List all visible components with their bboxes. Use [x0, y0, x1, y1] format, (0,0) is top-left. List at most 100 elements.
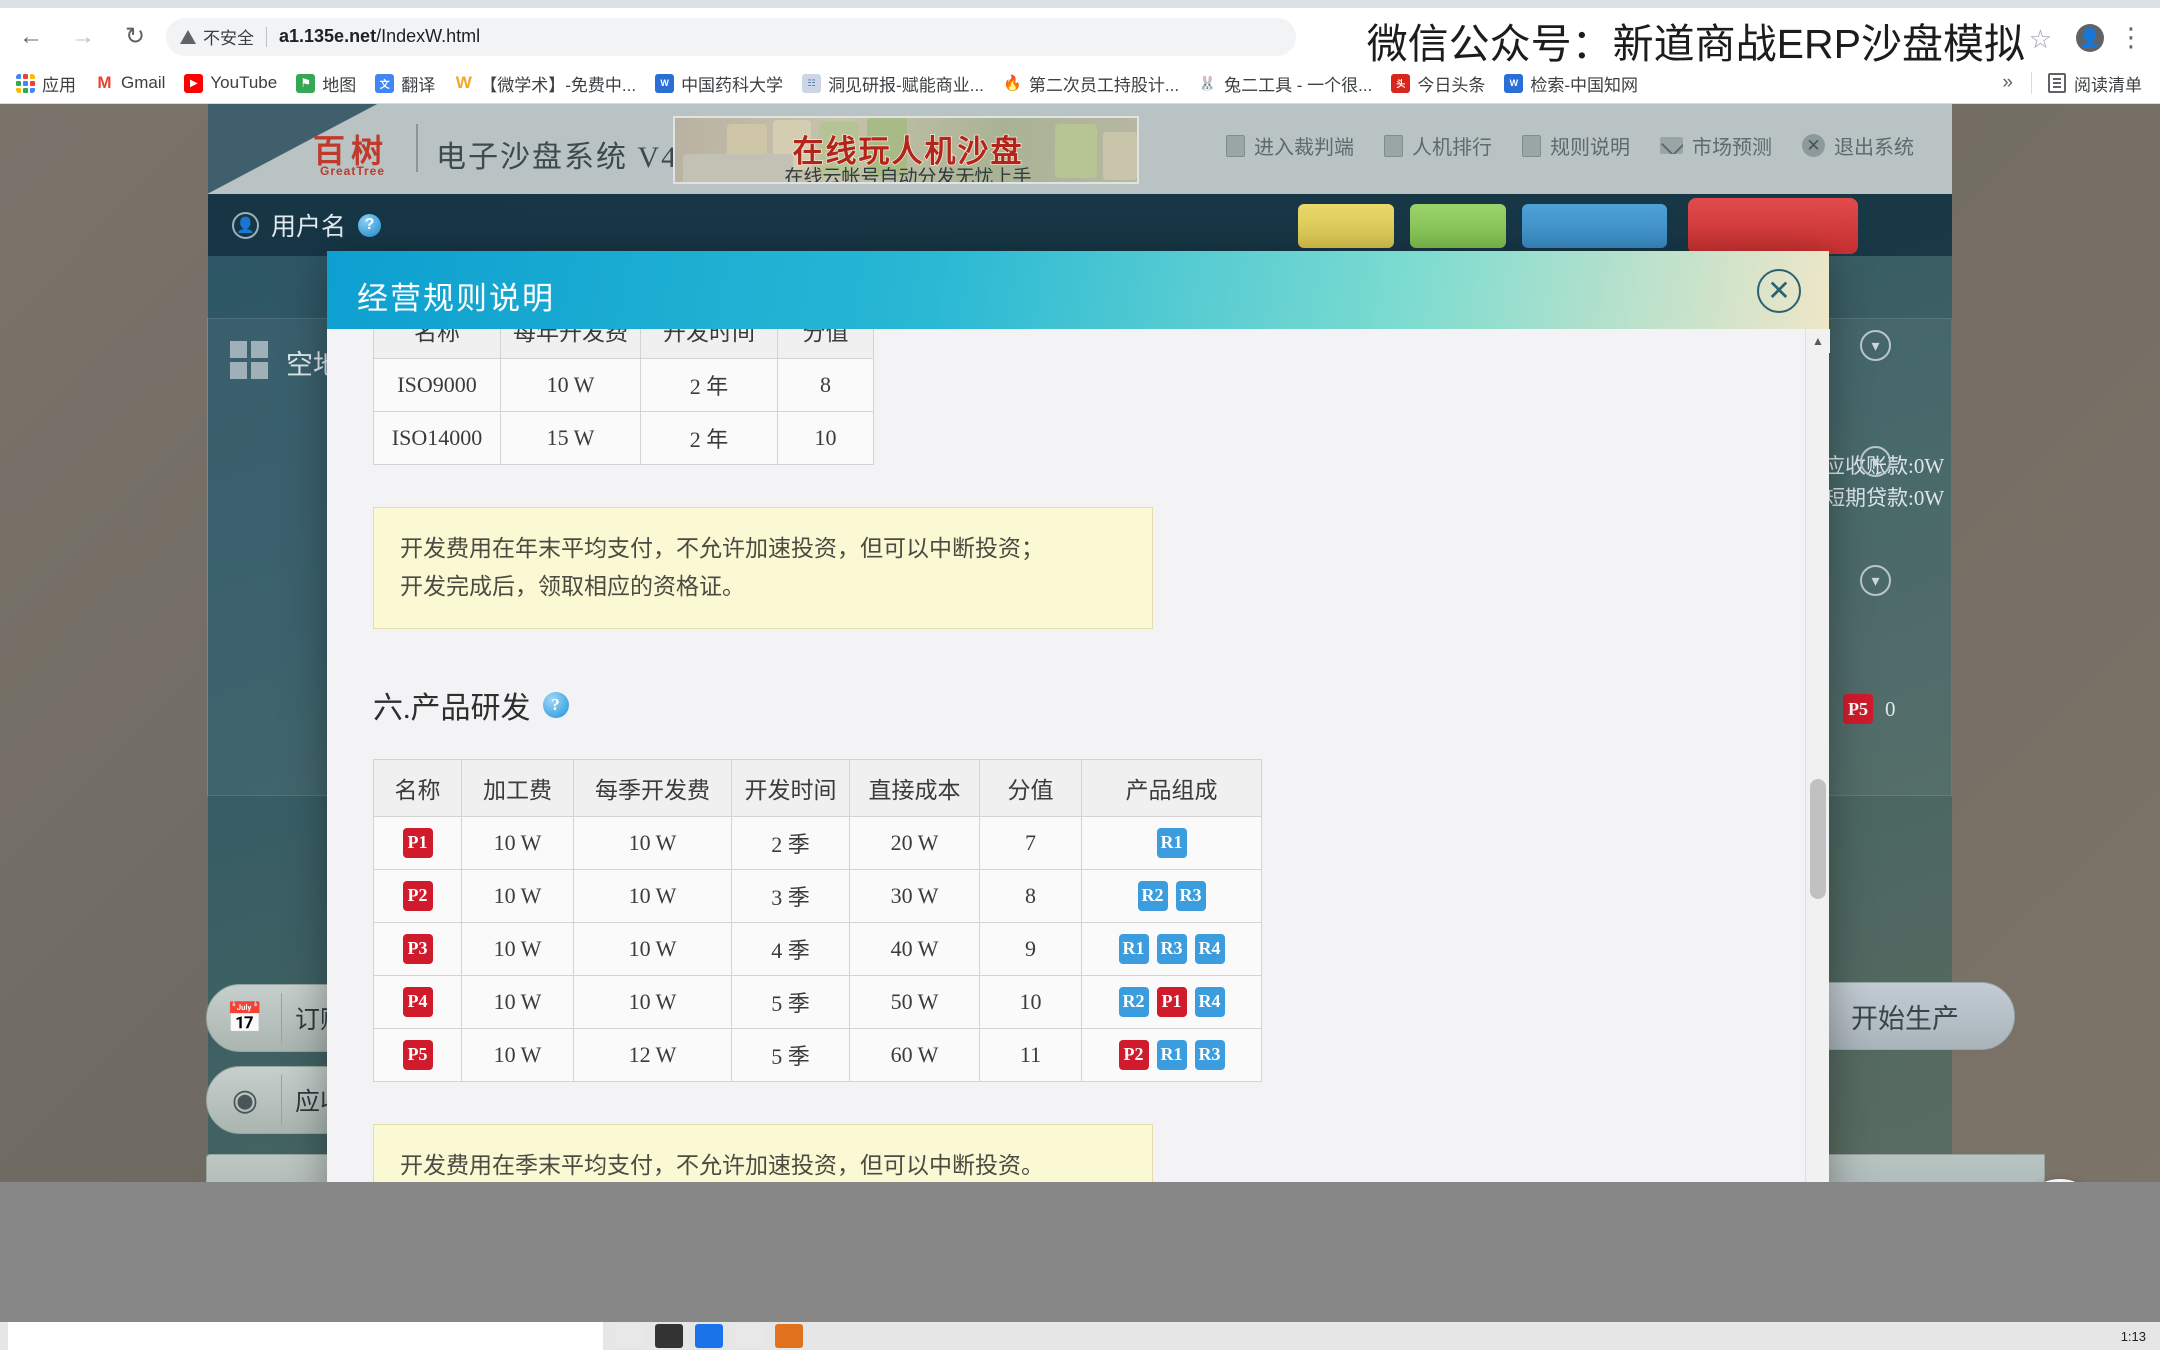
bookmarks-divider: [2031, 72, 2032, 94]
topnav-item-rules[interactable]: 规则说明: [1522, 131, 1630, 160]
toolbar-button-green[interactable]: [1410, 204, 1506, 248]
modal-scrollbar[interactable]: ▲ ▼: [1805, 329, 1829, 1266]
iso-col-annual-fee: 每年开发费: [501, 329, 641, 359]
button-divider: [281, 993, 282, 1043]
product-dev-fee: 10 W: [574, 816, 732, 869]
section-6-title: 六.产品研发: [373, 683, 531, 727]
bookmark-dongjian[interactable]: ☷ 洞见研报-赋能商业...: [802, 71, 984, 96]
collapse-chevron-icon-1[interactable]: ▾: [1860, 330, 1891, 361]
prod-col-process-fee: 加工费: [462, 759, 574, 816]
prod-col-name: 名称: [374, 759, 462, 816]
scrollbar-thumb[interactable]: [1810, 779, 1826, 899]
toolbar-button-red[interactable]: [1688, 198, 1858, 254]
component-list: R2P1R4: [1092, 987, 1251, 1017]
bookmark-label: 地图: [322, 71, 356, 96]
iso-score: 10: [778, 412, 874, 465]
taskbar-icon-3[interactable]: [695, 1324, 723, 1348]
iso-annual-fee: 10 W: [501, 359, 641, 412]
bookmark-cnki[interactable]: W 检索-中国知网: [1504, 71, 1638, 96]
collapse-chevron-icon-3[interactable]: ▾: [1860, 565, 1891, 596]
taskbar-icon-2[interactable]: [655, 1324, 683, 1348]
toolbar-button-blue[interactable]: [1522, 204, 1667, 248]
forward-arrow-icon[interactable]: →: [62, 16, 104, 58]
close-circle-icon: ✕: [1802, 134, 1825, 157]
profile-avatar-icon[interactable]: 👤: [2076, 24, 2104, 52]
taskbar-icon-5[interactable]: [775, 1324, 803, 1348]
toolbar-button-yellow[interactable]: [1298, 204, 1394, 248]
iso-note-line-1: 开发费用在年末平均支付，不允许加速投资，但可以中断投资；: [400, 530, 1126, 568]
bookmarks-overflow-icon[interactable]: »: [1984, 72, 2031, 94]
taskbar-clock: 1:13: [2121, 1329, 2146, 1344]
bookmark-weixueshu[interactable]: W 【微学术】-免费中...: [454, 71, 636, 96]
product-dev-time: 2 季: [732, 816, 850, 869]
close-icon[interactable]: ✕: [1757, 269, 1801, 313]
topnav-label: 人机排行: [1412, 131, 1492, 160]
bookmark-gmail[interactable]: M Gmail: [95, 73, 165, 93]
product-process-fee: 10 W: [462, 975, 574, 1028]
taskbar-icon-4[interactable]: [735, 1324, 763, 1348]
product-dev-time: 5 季: [732, 975, 850, 1028]
rules-modal: 经营规则说明 ✕ 名称 每年开发费 开发时间 分值: [327, 251, 1829, 1266]
scroll-up-icon[interactable]: ▲: [1806, 329, 1830, 353]
back-arrow-icon[interactable]: ←: [10, 16, 52, 58]
security-label: 不安全: [203, 24, 254, 49]
tab-strip[interactable]: [0, 0, 2160, 8]
modal-content: 名称 每年开发费 开发时间 分值 ISO9000 10 W 2 年 8: [327, 329, 1797, 1266]
topnav-item-forecast[interactable]: 市场预测: [1660, 131, 1772, 160]
bookmark-translate[interactable]: 文 翻译: [375, 71, 435, 96]
reading-list-button[interactable]: 阅读清单: [2048, 71, 2142, 96]
bookmark-apps[interactable]: 应用: [16, 71, 76, 96]
material-badge: R1: [1157, 1040, 1187, 1070]
address-bar[interactable]: 不安全 a1.135e.net/IndexW.html: [166, 18, 1296, 56]
reload-icon[interactable]: ↻: [114, 16, 156, 58]
bookmark-label: 第二次员工持股计...: [1029, 71, 1179, 96]
topnav-item-ranking[interactable]: 人机排行: [1384, 131, 1492, 160]
bookmark-cpu[interactable]: W 中国药科大学: [655, 71, 783, 96]
security-chip[interactable]: 不安全: [180, 24, 254, 49]
user-avatar-icon: 👤: [232, 212, 259, 239]
w-icon: W: [454, 74, 473, 93]
iso-note-box: 开发费用在年末平均支付，不允许加速投资，但可以中断投资； 开发完成后，领取相应的…: [373, 507, 1153, 629]
browser-menu-icon[interactable]: ⋮: [2118, 22, 2144, 53]
table-row: ISO9000 10 W 2 年 8: [374, 359, 874, 412]
cpu-icon: W: [655, 74, 674, 93]
topnav-item-logout[interactable]: ✕ 退出系统: [1802, 131, 1914, 160]
topnav-item-judge[interactable]: 进入裁判端: [1226, 131, 1354, 160]
collapse-chevron-icon-2[interactable]: ▾: [1860, 446, 1891, 477]
browser-toolbar: ← → ↻ 不安全 a1.135e.net/IndexW.html 微信公众号：…: [0, 8, 2160, 65]
iso-name: ISO9000: [374, 359, 501, 412]
modal-header: 经营规则说明 ✕: [327, 251, 1829, 329]
product-direct-cost: 60 W: [850, 1028, 980, 1081]
bookmark-star-icon[interactable]: ☆: [2029, 24, 2052, 55]
bookmark-tuer-tools[interactable]: 🐰 兔二工具 - 一个很...: [1198, 71, 1372, 96]
taskbar-search-box[interactable]: [8, 1322, 603, 1350]
product-badge: P1: [403, 828, 433, 858]
promo-banner[interactable]: 在线玩人机沙盘 在线云帐号自动分发无忧上手: [673, 116, 1139, 184]
bookmark-maps[interactable]: ⚑ 地图: [296, 71, 356, 96]
prod-col-score: 分值: [980, 759, 1082, 816]
bookmark-toutiao[interactable]: 头 今日头条: [1391, 71, 1485, 96]
bookmark-label: 中国药科大学: [681, 71, 783, 96]
table-row: P410 W10 W5 季50 W10R2P1R4: [374, 975, 1262, 1028]
product-components-cell: R1R3R4: [1082, 922, 1262, 975]
square-icon: [1384, 135, 1403, 157]
bookmark-stock-plan[interactable]: 🔥 第二次员工持股计...: [1003, 71, 1179, 96]
refresh-circle-icon: ◉: [223, 1078, 267, 1122]
bookmark-label: 洞见研报-赋能商业...: [828, 71, 984, 96]
taskbar-icon-1[interactable]: [615, 1324, 643, 1348]
product-process-fee: 10 W: [462, 922, 574, 975]
help-icon[interactable]: ?: [358, 214, 381, 237]
material-badge: R4: [1195, 934, 1225, 964]
product-direct-cost: 30 W: [850, 869, 980, 922]
modal-title: 经营规则说明: [357, 273, 555, 318]
table-header-row: 名称 每年开发费 开发时间 分值: [374, 329, 874, 359]
product-badge: P3: [403, 934, 433, 964]
topnav-label: 退出系统: [1834, 131, 1914, 160]
material-badge: R1: [1157, 828, 1187, 858]
help-icon[interactable]: ?: [543, 692, 569, 718]
button-divider: [281, 1075, 282, 1125]
topnav-label: 市场预测: [1692, 131, 1772, 160]
product-dev-fee: 12 W: [574, 1028, 732, 1081]
inventory-qty: 0: [1885, 697, 1896, 722]
bookmark-youtube[interactable]: ▶ YouTube: [184, 73, 277, 93]
